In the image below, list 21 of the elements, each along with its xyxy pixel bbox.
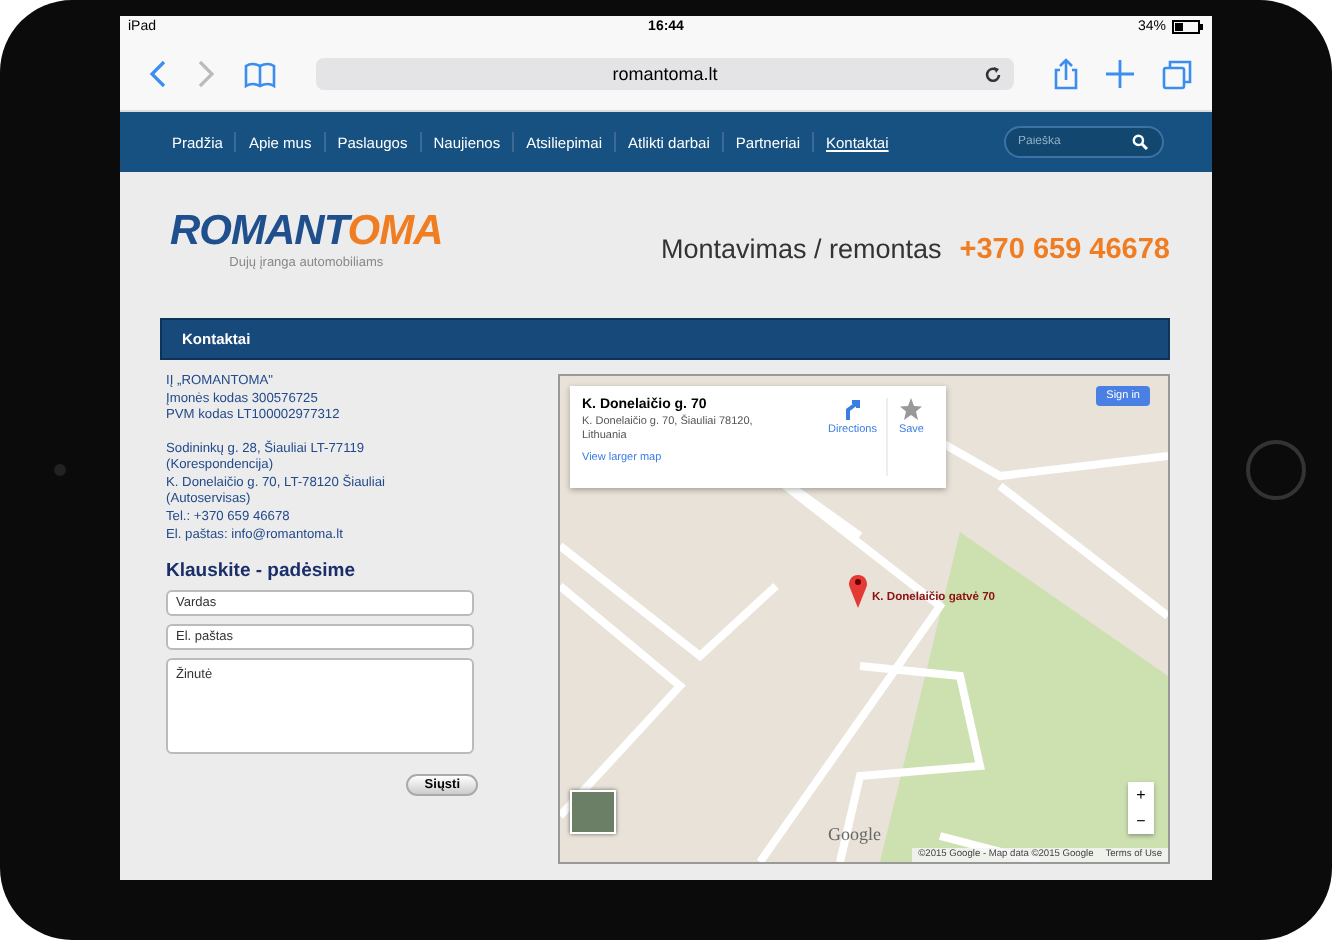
phone-number: +370 659 46678: [959, 233, 1170, 265]
map-logo: Google: [828, 824, 881, 844]
battery-icon: [1172, 20, 1204, 34]
form-title: Klauskite - padėsime: [166, 560, 358, 583]
slogan: Montavimas / remontas: [660, 233, 942, 263]
search-icon[interactable]: [1132, 134, 1148, 150]
book-icon[interactable]: [244, 61, 276, 87]
zoom-out-button[interactable]: −: [1128, 808, 1154, 834]
forward-icon[interactable]: [196, 60, 216, 88]
reload-icon[interactable]: [984, 66, 1002, 84]
address-bar[interactable]: romantoma.lt: [316, 58, 1014, 90]
star-icon: [900, 398, 923, 420]
share-icon[interactable]: [1054, 58, 1078, 90]
turn-arrow-icon: [842, 398, 863, 420]
tabs-icon[interactable]: [1162, 59, 1192, 89]
plus-icon[interactable]: [1106, 60, 1134, 88]
zoom-in-button[interactable]: +: [1128, 782, 1154, 808]
map-pin-icon[interactable]: [848, 572, 868, 608]
satellite-thumbnail[interactable]: [570, 790, 616, 834]
logo[interactable]: ROMANTOMA: [170, 208, 443, 256]
back-icon[interactable]: [148, 60, 168, 88]
